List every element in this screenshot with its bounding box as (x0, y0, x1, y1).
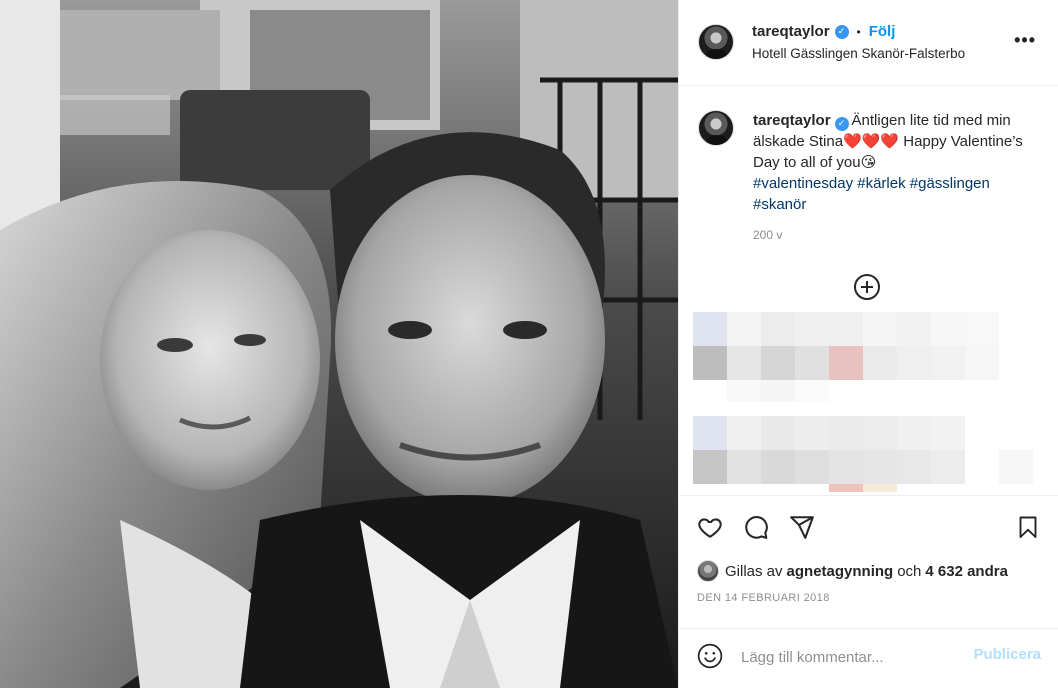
post-date[interactable]: DEN 14 FEBRUARI 2018 (697, 592, 830, 604)
more-horizontal-icon[interactable]: ••• (1014, 30, 1036, 51)
caption-time[interactable]: 200 v (753, 228, 782, 242)
post-header: tareqtaylor ✓ • Följ Hotell Gässlingen S… (679, 0, 1058, 86)
add-comment-bar: Publicera (679, 628, 1058, 684)
kiss-emoji: 😘 (860, 154, 877, 171)
separator-dot: • (856, 24, 861, 39)
pixelated-comments (693, 312, 1033, 492)
load-more-comments-icon[interactable] (854, 274, 880, 300)
liked-by-and: och (897, 562, 922, 580)
post-side-panel: tareqtaylor ✓ • Följ Hotell Gässlingen S… (678, 0, 1058, 688)
hashtag-link[interactable]: #kärlek (857, 175, 905, 192)
author-line: tareqtaylor ✓ • Följ (752, 23, 895, 40)
hashtag-link[interactable]: #skanör (753, 196, 806, 213)
liked-by-prefix: Gillas av (725, 562, 783, 580)
liked-by-others[interactable]: 4 632 andra (925, 563, 1008, 580)
post-location[interactable]: Hotell Gässlingen Skanör-Falsterbo (752, 46, 965, 61)
author-avatar[interactable] (698, 24, 734, 60)
comment-icon[interactable] (743, 514, 769, 540)
photo-image (0, 0, 678, 688)
post-photo[interactable] (0, 0, 678, 688)
comment-input[interactable] (741, 645, 961, 669)
verified-badge-icon: ✓ (834, 24, 849, 39)
smiley-icon[interactable] (697, 643, 723, 669)
comments-section: tareqtaylor ✓ Äntligen lite tid med min äl… (679, 87, 1058, 495)
post-actions: Gillas av agnetagynning och 4 632 andra … (679, 495, 1058, 685)
share-icon[interactable] (789, 514, 815, 540)
heart-emoji: ❤️❤️❤️ (843, 133, 900, 150)
verified-badge-icon: ✓ (834, 116, 849, 131)
bookmark-icon[interactable] (1016, 514, 1040, 540)
liker-avatar[interactable] (697, 560, 719, 582)
liked-by-user[interactable]: agnetagynning (787, 563, 894, 580)
hashtag-link[interactable]: #valentinesday (753, 175, 853, 192)
publish-button[interactable]: Publicera (973, 646, 1041, 663)
post-caption: tareqtaylor ✓ Äntligen lite tid med min äl… (753, 110, 1043, 215)
heart-icon[interactable] (697, 514, 723, 540)
likes-summary: Gillas av agnetagynning och 4 632 andra (697, 560, 1012, 582)
caption-avatar[interactable] (698, 110, 734, 146)
follow-button[interactable]: Följ (869, 23, 896, 40)
caption-username[interactable]: tareqtaylor (753, 112, 831, 129)
hashtag-link[interactable]: #gässlingen (910, 175, 990, 192)
author-username[interactable]: tareqtaylor (752, 23, 830, 40)
